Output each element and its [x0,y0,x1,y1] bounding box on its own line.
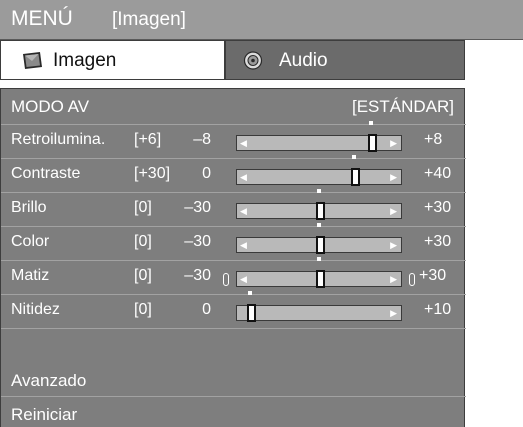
left-arrow-icon[interactable]: ◀ [240,240,247,250]
right-arrow-icon[interactable]: ▶ [390,274,397,284]
contrast-slider[interactable]: ◀ ▶ [236,168,402,186]
sharpness-default-marker [248,291,252,295]
backlight-max: +8 [424,131,443,148]
row-divider [1,260,466,261]
backlight-label: Retroilumina. [11,131,106,148]
right-arrow-icon[interactable]: ▶ [390,206,397,216]
sharpness-slider-knob[interactable] [247,304,256,322]
contrast-value: [+30] [134,165,171,182]
backlight-slider[interactable]: ◀ ▶ [236,134,402,152]
settings-list: MODO AV [ESTÁNDAR] Retroilumina. [+6] –8… [0,88,466,427]
row-divider [1,396,466,397]
backlight-value: [+6] [134,131,162,148]
right-arrow-icon[interactable]: ▶ [390,308,397,318]
color-max: +30 [424,233,452,250]
tab-imagen-label: Imagen [53,50,117,71]
right-arrow-icon[interactable]: ▶ [390,240,397,250]
color-slider-knob[interactable] [316,236,325,254]
tint-label: Matiz [11,267,50,284]
sharpness-max: +10 [424,301,452,318]
tab-imagen[interactable]: Imagen [0,40,225,80]
sharpness-value: [0] [134,301,152,318]
color-default-marker [317,223,321,227]
settings-panel: MODO AV [ESTÁNDAR] Retroilumina. [+6] –8… [0,80,466,427]
tint-min: –30 [184,267,211,284]
left-arrow-icon[interactable]: ◀ [240,172,247,182]
backlight-slider-knob[interactable] [368,134,377,152]
row-divider [1,158,466,159]
tint-value: [0] [134,267,152,284]
advanced-label: Avanzado [11,371,87,390]
color-slider[interactable]: ◀ ▶ [236,236,402,254]
tint-max: +30 [419,267,447,284]
contrast-label: Contraste [11,165,81,182]
tab-bar: Imagen Audio [0,40,465,80]
menu-section: [Imagen] [112,9,186,30]
reset-label: Reiniciar [11,405,78,424]
contrast-slider-knob[interactable] [351,168,360,186]
row-divider [1,226,466,227]
brightness-max: +30 [424,199,452,216]
row-divider [1,192,466,193]
contrast-max: +40 [424,165,452,182]
brightness-min: –30 [184,199,211,216]
backlight-default-marker [369,121,373,125]
contrast-min: 0 [202,165,211,182]
color-min: –30 [184,233,211,250]
left-arrow-icon[interactable]: ◀ [240,138,247,148]
av-mode-label: MODO AV [11,97,90,116]
tab-audio[interactable]: Audio [225,40,465,80]
sharpness-min: 0 [202,301,211,318]
tint-left-indicator [223,273,229,286]
brightness-label: Brillo [11,199,47,216]
backlight-min: –8 [193,131,211,148]
left-arrow-icon[interactable]: ◀ [240,206,247,216]
sharpness-label: Nitidez [11,301,60,318]
tint-right-indicator [409,273,415,286]
sharpness-slider[interactable]: ◀ ▶ [236,304,402,322]
tint-default-marker [317,257,321,261]
left-arrow-icon[interactable]: ◀ [240,274,247,284]
row-divider [1,124,466,125]
brightness-slider-knob[interactable] [316,202,325,220]
picture-icon [21,51,43,75]
tint-slider-knob[interactable] [316,270,325,288]
av-mode-value: [ESTÁNDAR] [351,97,454,116]
row-divider [1,294,466,295]
brightness-default-marker [317,189,321,193]
tab-audio-label: Audio [279,50,328,71]
contrast-default-marker [352,155,356,159]
right-arrow-icon[interactable]: ▶ [390,138,397,148]
brightness-slider[interactable]: ◀ ▶ [236,202,402,220]
speaker-icon [243,50,263,76]
color-label: Color [11,233,50,250]
title-bar: MENÚ [Imagen] [0,0,523,40]
brightness-value: [0] [134,199,152,216]
color-value: [0] [134,233,152,250]
right-arrow-icon[interactable]: ▶ [390,172,397,182]
tint-slider[interactable]: ◀ ▶ [236,270,402,288]
row-divider [1,328,466,329]
menu-title: MENÚ [11,7,73,30]
